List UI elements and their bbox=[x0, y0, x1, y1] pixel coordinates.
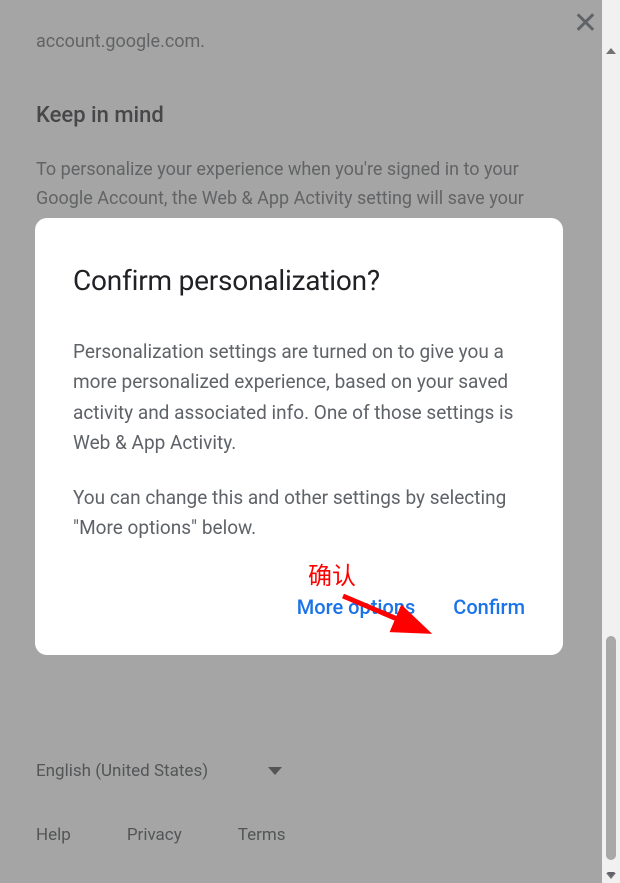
dialog-paragraph-2: You can change this and other settings b… bbox=[73, 483, 525, 544]
annotation-label: 确认 bbox=[308, 556, 356, 591]
confirm-button[interactable]: Confirm bbox=[453, 595, 525, 619]
scroll-up-icon[interactable] bbox=[606, 48, 616, 54]
close-button[interactable]: ✕ bbox=[573, 6, 598, 41]
page-scroll-indicator-icon bbox=[604, 867, 618, 881]
scrollbar-thumb[interactable] bbox=[606, 636, 616, 860]
dialog-actions: More options Confirm bbox=[73, 595, 525, 619]
dialog-title: Confirm personalization? bbox=[73, 264, 525, 297]
annotation-arrow-icon bbox=[335, 588, 445, 648]
scrollbar-track[interactable] bbox=[602, 0, 620, 883]
dialog-paragraph-1: Personalization settings are turned on t… bbox=[73, 337, 525, 459]
confirm-dialog: Confirm personalization? Personalization… bbox=[35, 218, 563, 655]
dialog-body: Personalization settings are turned on t… bbox=[73, 337, 525, 543]
